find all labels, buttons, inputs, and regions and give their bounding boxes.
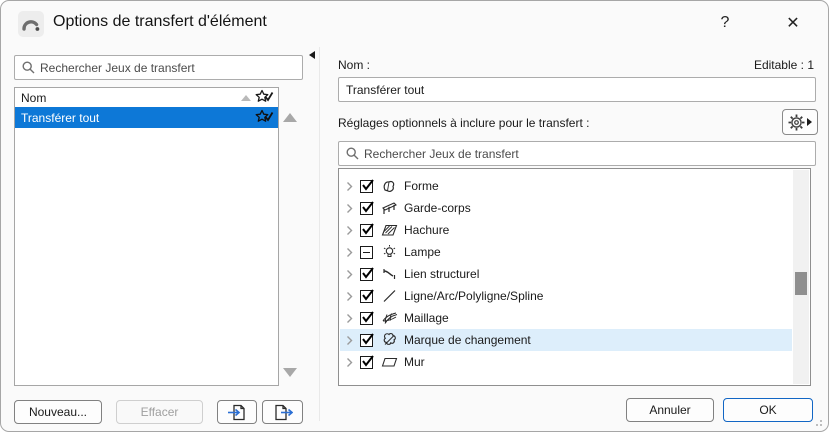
dialog-title: Options de transfert d'élément [53, 13, 267, 30]
tree-row-label: Forme [404, 179, 439, 193]
editable-count-label: Editable : 1 [753, 58, 814, 72]
search-icon [346, 147, 359, 160]
flyout-arrow-icon [807, 118, 812, 126]
expand-chevron-icon[interactable] [346, 203, 358, 214]
tree-scrollbar-thumb[interactable] [795, 272, 807, 295]
ok-button[interactable]: OK [723, 398, 813, 422]
expand-chevron-icon[interactable] [346, 335, 358, 346]
expand-chevron-icon[interactable] [346, 181, 358, 192]
transfer-set-search-input[interactable] [40, 56, 302, 79]
tree-row-hachure[interactable]: Hachure [340, 219, 792, 241]
panel-collapse-arrow-icon[interactable] [309, 51, 315, 59]
transfer-set-search[interactable] [14, 55, 303, 80]
expand-chevron-icon[interactable] [346, 291, 358, 302]
tree-row-label: Mur [404, 355, 425, 369]
sort-ascending-icon [241, 95, 251, 101]
tree-row-lampe[interactable]: Lampe [340, 241, 792, 263]
expand-chevron-icon[interactable] [346, 313, 358, 324]
name-label: Nom : [338, 58, 371, 72]
transfer-set-name-input[interactable] [339, 78, 815, 101]
checkbox[interactable] [360, 354, 374, 369]
titlebar: Options de transfert d'élément ? ✕ [1, 1, 828, 47]
gear-icon [788, 114, 805, 130]
tree-row-lien-structurel[interactable]: Lien structurel [340, 263, 792, 285]
tree-row-label: Marque de changement [404, 333, 531, 347]
list-header[interactable]: Nom [15, 88, 278, 107]
expand-chevron-icon[interactable] [346, 269, 358, 280]
tree-row-mur[interactable]: Mur [340, 351, 792, 373]
tree-scrollbar[interactable] [793, 170, 809, 384]
element-transfer-options-dialog: Options de transfert d'élément ? ✕ Nom T… [0, 0, 829, 432]
lamp-icon [380, 244, 398, 260]
tree-row-marque-de-changement[interactable]: Marque de changement [340, 329, 792, 351]
checkbox[interactable] [360, 222, 374, 237]
settings-search[interactable] [338, 141, 816, 166]
checkbox[interactable] [360, 245, 373, 259]
structural-link-icon [380, 266, 398, 282]
close-button[interactable]: ✕ [777, 9, 809, 37]
checkbox[interactable] [360, 332, 374, 347]
wall-icon [380, 354, 398, 370]
resize-grip[interactable] [812, 416, 822, 426]
scroll-down-icon[interactable] [283, 368, 297, 377]
tree-row-forme[interactable]: Forme [340, 175, 792, 197]
panel-divider [319, 47, 320, 421]
new-button[interactable]: Nouveau... [14, 400, 102, 424]
tree-row-label: Maillage [404, 311, 449, 325]
transfer-set-row[interactable]: Transférer tout [15, 107, 278, 128]
settings-tree: Forme Garde-corps Hachure Lampe Lien str… [338, 168, 811, 386]
tree-row-label: Lien structurel [404, 267, 480, 281]
archicad-logo-icon [18, 11, 44, 37]
checkbox[interactable] [360, 288, 374, 303]
line-icon [380, 288, 398, 304]
expand-chevron-icon[interactable] [346, 357, 358, 368]
star-check-icon[interactable] [255, 109, 274, 125]
expand-chevron-icon[interactable] [346, 225, 358, 236]
railing-icon [380, 200, 398, 216]
transfer-set-list: Nom Transférer tout [14, 87, 279, 386]
star-check-icon[interactable] [255, 89, 274, 105]
checkbox[interactable] [360, 178, 374, 193]
fill-icon [380, 222, 398, 238]
tree-row-garde-corps[interactable]: Garde-corps [340, 197, 792, 219]
delete-button[interactable]: Effacer [116, 400, 203, 424]
transfer-set-row-label: Transférer tout [21, 110, 100, 125]
tree-row-maillage[interactable]: Maillage [340, 307, 792, 329]
scroll-up-icon[interactable] [283, 113, 297, 122]
tree-row-label: Garde-corps [404, 201, 471, 215]
tree-row-label: Hachure [404, 223, 450, 237]
tree-row-label: Lampe [404, 245, 441, 259]
morph-icon [380, 178, 398, 194]
checkbox[interactable] [360, 266, 374, 281]
change-marker-icon [380, 332, 398, 348]
search-icon [22, 61, 35, 74]
tree-row-ligne[interactable]: Ligne/Arc/Polyligne/Spline [340, 285, 792, 307]
expand-chevron-icon[interactable] [346, 247, 358, 258]
name-column-header[interactable]: Nom [21, 91, 46, 105]
optional-settings-label: Réglages optionnels à inclure pour le tr… [338, 116, 590, 130]
checkbox[interactable] [360, 310, 374, 325]
settings-search-input[interactable] [364, 142, 815, 165]
import-icon [228, 404, 245, 420]
export-button[interactable] [262, 400, 303, 424]
export-icon [274, 404, 293, 420]
import-button[interactable] [217, 400, 257, 424]
settings-flyout-button[interactable] [782, 109, 818, 135]
transfer-set-name-field[interactable] [338, 77, 816, 102]
checkbox[interactable] [360, 200, 374, 215]
help-button[interactable]: ? [711, 9, 739, 37]
mesh-icon [380, 310, 398, 326]
tree-row-label: Ligne/Arc/Polyligne/Spline [404, 289, 544, 303]
cancel-button[interactable]: Annuler [626, 398, 714, 422]
